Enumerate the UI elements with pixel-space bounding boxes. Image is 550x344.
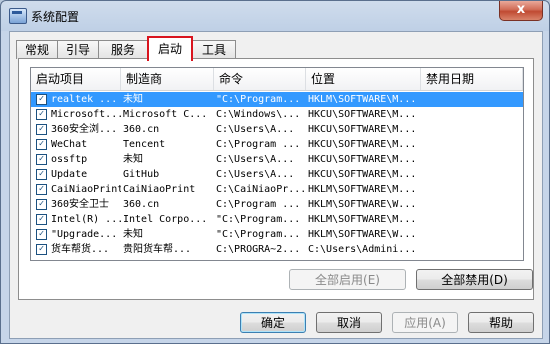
enabled-checkbox[interactable]: ✓: [36, 199, 47, 210]
cell-item: Microsoft...: [51, 109, 121, 120]
cell-item: "Upgrade...: [51, 229, 118, 240]
window-title: 系统配置: [31, 10, 80, 24]
close-button[interactable]: x: [499, 1, 543, 21]
cell-manufacturer: 360.cn: [123, 199, 160, 210]
cell-command: C:\Users\A...: [216, 154, 295, 165]
cell-manufacturer: 未知: [123, 154, 143, 165]
startup-tab-panel: 启动项目 制造商 命令 位置 禁用日期 ✓ realtek ... 未知 "C:\Pr…: [18, 58, 534, 300]
system-config-window: 系统配置 x 常规 引导 服务 启动 工具 启动项目 制造商 命令 位置 禁用日…: [0, 0, 550, 344]
help-button[interactable]: 帮助: [468, 312, 534, 333]
enabled-checkbox[interactable]: ✓: [36, 184, 47, 195]
cell-command: "C:\Program...: [216, 229, 301, 240]
column-header-item[interactable]: 启动项目: [31, 68, 121, 90]
column-header-command[interactable]: 命令: [214, 68, 306, 90]
cell-manufacturer: 未知: [123, 94, 143, 105]
apply-button[interactable]: 应用(A): [392, 312, 458, 333]
cell-command: "C:\Program...: [216, 94, 301, 105]
enabled-checkbox[interactable]: ✓: [36, 154, 47, 165]
column-header-manufacturer[interactable]: 制造商: [121, 68, 214, 90]
cell-item: 货车帮货...: [51, 244, 110, 255]
cell-location: HKLM\SOFTWARE\M...: [308, 184, 417, 195]
cell-location: HKCU\SOFTWARE\M...: [308, 139, 417, 150]
cell-command: C:\Users\A...: [216, 124, 295, 135]
cell-command: C:\Program ...: [216, 139, 301, 150]
table-row[interactable]: ✓ ossftp 未知 C:\Users\A... HKCU\SOFTWARE\M...: [31, 152, 523, 167]
cell-command: C:\PROGRA~2...: [216, 244, 301, 255]
cell-manufacturer: Microsoft C...: [123, 109, 208, 120]
cell-command: C:\Users\A...: [216, 169, 295, 180]
cell-item: WeChat: [51, 139, 88, 150]
enabled-checkbox[interactable]: ✓: [36, 169, 47, 180]
title-bar[interactable]: 系统配置 x: [1, 1, 549, 31]
cell-item: ossftp: [51, 154, 88, 165]
cell-item: Intel(R) ...: [51, 214, 121, 225]
cell-location: HKCU\SOFTWARE\M...: [308, 109, 417, 120]
cell-command: C:\Program ...: [216, 199, 301, 210]
cell-manufacturer: Intel Corpo...: [123, 214, 208, 225]
table-row[interactable]: ✓ "Upgrade... 未知 "C:\Program... HKLM\SOFTWAR…: [31, 227, 523, 242]
column-header-location[interactable]: 位置: [306, 68, 421, 90]
tab-boot[interactable]: 引导: [57, 40, 99, 59]
cell-manufacturer: Tencent: [123, 139, 166, 150]
table-row[interactable]: ✓ Microsoft... Microsoft C... C:\Windows\..…: [31, 107, 523, 122]
cell-location: HKLM\SOFTWARE\M...: [308, 94, 417, 105]
cell-location: HKCU\SOFTWARE\M...: [308, 169, 417, 180]
dialog-client: 常规 引导 服务 启动 工具 启动项目 制造商 命令 位置 禁用日期 ✓ real…: [9, 31, 543, 339]
tab-general[interactable]: 常规: [16, 40, 58, 59]
table-row[interactable]: ✓ 360安全卫士 360.cn C:\Program ... HKLM\SOFTWAR…: [31, 197, 523, 212]
cell-location: HKLM\SOFTWARE\M...: [308, 214, 417, 225]
table-row[interactable]: ✓ WeChat Tencent C:\Program ... HKCU\SOFTWAR…: [31, 137, 523, 152]
cell-item: Update: [51, 169, 88, 180]
table-row[interactable]: ✓ Update GitHub C:\Users\A... HKCU\SOFTWARE\…: [31, 167, 523, 182]
cell-command: "C:\Program...: [216, 214, 301, 225]
cell-manufacturer: 未知: [123, 229, 143, 240]
enabled-checkbox[interactable]: ✓: [36, 229, 47, 240]
cell-manufacturer: CaiNiaoPrint: [123, 184, 196, 195]
enabled-checkbox[interactable]: ✓: [36, 109, 47, 120]
table-row[interactable]: ✓ Intel(R) ... Intel Corpo... "C:\Program..…: [31, 212, 523, 227]
enabled-checkbox[interactable]: ✓: [36, 94, 47, 105]
list-header: 启动项目 制造商 命令 位置 禁用日期: [31, 68, 523, 91]
cell-location: HKLM\SOFTWARE\W...: [308, 199, 417, 210]
app-icon: [9, 8, 27, 24]
table-row[interactable]: ✓ CaiNiaoPrint CaiNiaoPrint C:\CaiNiaoPr...…: [31, 182, 523, 197]
disable-all-button[interactable]: 全部禁用(D): [416, 269, 533, 290]
cell-manufacturer: 贵阳货车帮...: [123, 244, 192, 255]
enabled-checkbox[interactable]: ✓: [36, 124, 47, 135]
startup-items-list[interactable]: 启动项目 制造商 命令 位置 禁用日期 ✓ realtek ... 未知 "C:\Pr…: [30, 67, 524, 261]
table-row[interactable]: ✓ 货车帮货... 贵阳货车帮... C:\PROGRA~2... C:\Users\A…: [31, 242, 523, 257]
tab-services[interactable]: 服务: [98, 40, 148, 59]
cell-item: realtek ...: [51, 94, 118, 105]
table-row[interactable]: ✓ realtek ... 未知 "C:\Program... HKLM\SOFTWAR…: [31, 92, 523, 107]
cell-location: HKLM\SOFTWARE\W...: [308, 229, 417, 240]
tab-startup[interactable]: 启动: [147, 36, 193, 61]
cancel-button[interactable]: 取消: [316, 312, 382, 333]
cell-item: CaiNiaoPrint: [51, 184, 121, 195]
cell-item: 360安全浏...: [51, 124, 118, 135]
cell-command: C:\CaiNiaoPr...: [216, 184, 306, 195]
ok-button[interactable]: 确定: [240, 312, 306, 333]
enable-all-button[interactable]: 全部启用(E): [289, 269, 406, 290]
cell-location: C:\Users\Admini...: [308, 244, 417, 255]
tab-tools[interactable]: 工具: [192, 40, 236, 59]
cell-manufacturer: GitHub: [123, 169, 160, 180]
cell-manufacturer: 360.cn: [123, 124, 160, 135]
column-header-disabled-date[interactable]: 禁用日期: [421, 68, 523, 90]
enabled-checkbox[interactable]: ✓: [36, 214, 47, 225]
cell-command: C:\Windows\...: [216, 109, 301, 120]
cell-location: HKCU\SOFTWARE\M...: [308, 154, 417, 165]
table-row[interactable]: ✓ 360安全浏... 360.cn C:\Users\A... HKCU\SOFTWA…: [31, 122, 523, 137]
enabled-checkbox[interactable]: ✓: [36, 139, 47, 150]
enabled-checkbox[interactable]: ✓: [36, 244, 47, 255]
cell-location: HKCU\SOFTWARE\M...: [308, 124, 417, 135]
cell-item: 360安全卫士: [51, 199, 110, 210]
